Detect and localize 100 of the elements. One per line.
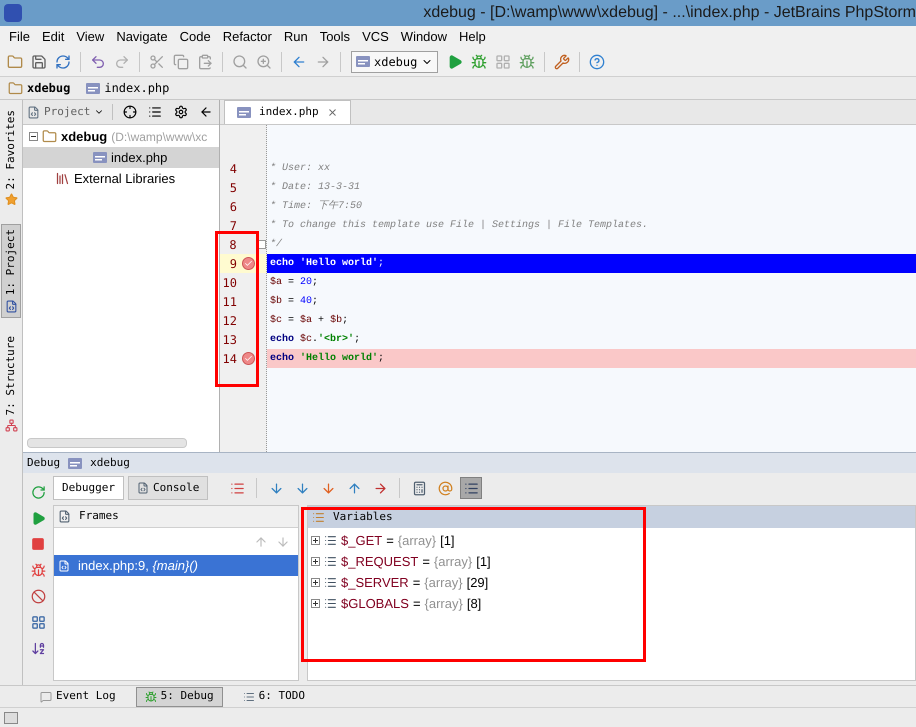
line-number: 4 [228, 160, 237, 178]
app-logo-icon [4, 4, 22, 22]
expand-icon[interactable] [311, 536, 320, 545]
breadcrumb-item[interactable]: xdebug [8, 79, 82, 97]
window-title: xdebug - [D:\wamp\www\xdebug] - ...\index.php - JetBrains PhpStorm [423, 3, 916, 23]
line-number: 12 [222, 312, 237, 330]
breadcrumb-item[interactable]: index.php [86, 79, 182, 97]
code-line: * User: xx [269, 162, 332, 176]
frames-icon [58, 510, 71, 523]
side-tab[interactable]: 2: Favorites [1, 106, 21, 210]
variable-name: $_SERVER [341, 574, 409, 592]
menu-item[interactable]: Refactor [218, 26, 277, 46]
code-line: * Date: 13-3-31 [269, 180, 362, 195]
menu-item[interactable]: Run [278, 26, 313, 46]
status-icon[interactable] [4, 712, 18, 724]
file-icon [58, 560, 70, 572]
expand-icon[interactable] [311, 557, 320, 566]
code-line: $a = 20; [269, 276, 320, 290]
project-icon [4, 300, 18, 313]
line-number: 8 [228, 236, 237, 254]
tree-item[interactable]: index.php [23, 147, 219, 168]
debug-title: Debug [27, 454, 60, 471]
line-number: 13 [222, 332, 237, 348]
expand-icon[interactable] [311, 599, 320, 608]
debug-tab[interactable]: Console [128, 476, 208, 500]
menu-item[interactable]: VCS [357, 26, 394, 46]
side-tab[interactable]: 1: Project [1, 224, 21, 318]
menu-item[interactable]: Tools [314, 26, 356, 46]
array-icon [324, 555, 337, 568]
frames-panel: Frames index.php:9, {main}() [53, 505, 299, 681]
line-number: 11 [222, 294, 237, 310]
variable-count: [29] [466, 574, 488, 592]
variable-row[interactable]: $_REQUEST = {array} [1] [308, 551, 915, 572]
variable-type: {array} [424, 594, 463, 613]
up-arrow-icon[interactable] [254, 534, 268, 548]
tool-window-tab[interactable]: Event Log [32, 686, 124, 706]
code-line: * To change this template use File | Settings | File Templates. [269, 218, 650, 233]
variable-type: {array} [398, 532, 436, 550]
folder-icon [42, 129, 57, 144]
close-icon [326, 107, 338, 118]
tree-item[interactable]: External Libraries [23, 168, 219, 189]
scrollbar[interactable] [27, 438, 187, 448]
editor-tab[interactable]: index.php [224, 100, 351, 124]
code-line: echo $c.'<br>'; [269, 332, 362, 347]
menu-item[interactable]: View [71, 26, 110, 46]
line-number: 7 [228, 218, 237, 234]
equals-sign: = [386, 532, 394, 550]
menu-item[interactable]: Code [174, 26, 216, 46]
php-file-icon [68, 458, 82, 468]
equals-sign: = [412, 574, 420, 592]
equals-sign: = [422, 552, 430, 571]
menu-item[interactable]: File [4, 26, 35, 46]
variable-type: {array} [424, 574, 463, 592]
variable-count: [8] [466, 594, 482, 613]
array-icon [324, 576, 337, 589]
console-icon [136, 482, 149, 494]
variable-row[interactable]: $_SERVER = {array} [29] [308, 572, 915, 593]
line-number: 9 [228, 256, 237, 272]
down-arrow-icon[interactable] [276, 534, 290, 548]
menu-item[interactable]: Window [396, 26, 452, 46]
structure-icon [4, 419, 18, 432]
php-file-icon [237, 107, 251, 118]
array-icon [324, 534, 337, 547]
php-file-icon [356, 56, 370, 67]
debug-config: xdebug [90, 454, 130, 471]
php-file-icon [93, 152, 107, 163]
equals-sign: = [412, 594, 421, 613]
frame-item[interactable]: index.php:9, {main}() [54, 555, 298, 576]
bug-icon [144, 690, 157, 702]
variable-count: [1] [476, 552, 491, 571]
variable-name: $GLOBALS [341, 594, 409, 613]
folder-icon [8, 80, 23, 96]
variable-count: [1] [440, 532, 455, 550]
tool-window-tab[interactable]: 5: Debug [136, 686, 223, 706]
line-number: 6 [228, 198, 237, 216]
variables-icon [312, 510, 325, 524]
expand-icon[interactable] [311, 578, 320, 587]
list-toggle-icon[interactable] [460, 477, 482, 499]
run-config-dropdown[interactable]: xdebug [351, 50, 438, 72]
line-number: 14 [222, 350, 237, 368]
variable-name: $_GET [341, 532, 382, 550]
message-icon [40, 690, 52, 702]
tool-window-tab[interactable]: 6: TODO [234, 686, 313, 706]
code-line: */ [269, 238, 284, 252]
line-number: 10 [222, 274, 237, 292]
variable-row[interactable]: $GLOBALS = {array} [8] [308, 593, 915, 614]
menu-item[interactable]: Help [454, 26, 491, 46]
collapse-icon[interactable] [29, 132, 38, 141]
debug-tab[interactable]: Debugger [53, 476, 124, 500]
star-icon [4, 193, 18, 206]
side-tab[interactable]: 7: Structure [1, 332, 21, 436]
code-line: * Time: 下午7:50 [269, 199, 364, 214]
breakpoint-icon[interactable] [242, 352, 254, 365]
variable-row[interactable]: $_GET = {array} [1] [308, 530, 915, 551]
menu-item[interactable]: Navigate [111, 26, 173, 46]
breakpoint-icon[interactable] [242, 257, 254, 270]
menu-item[interactable]: Edit [36, 26, 70, 46]
variable-name: $_REQUEST [341, 552, 418, 571]
tree-item[interactable]: xdebug (D:\wamp\www\xc [23, 126, 219, 147]
line-number: 5 [228, 180, 237, 196]
